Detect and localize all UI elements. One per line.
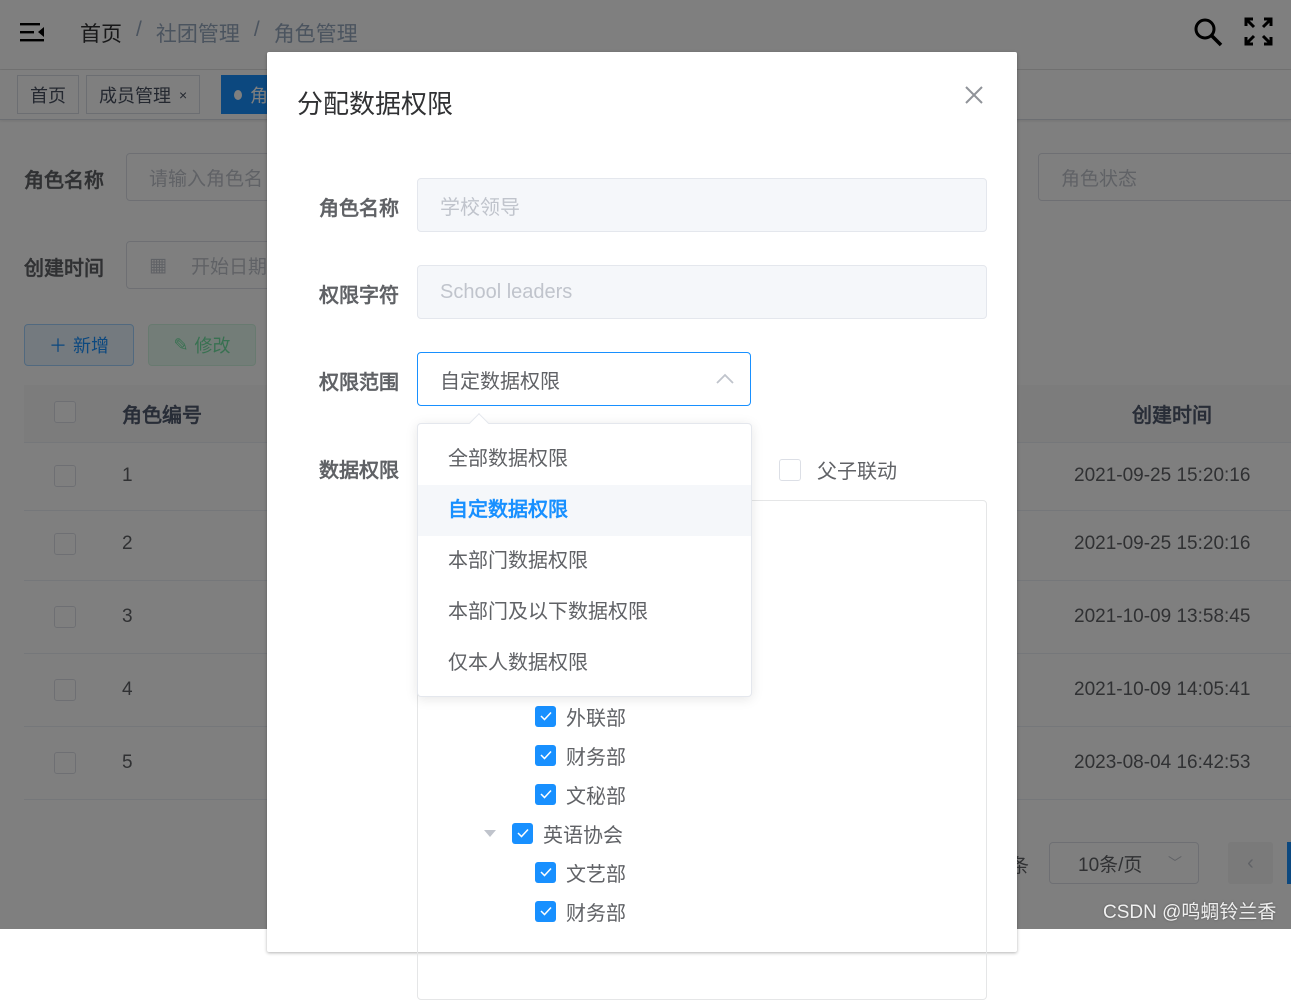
role-name-field: 学校领导 [417, 178, 987, 232]
checked-checkbox-icon[interactable] [535, 783, 556, 805]
data-scope-dialog: 分配数据权限 角色名称 学校领导 权限字符 School leaders 权限范… [267, 52, 1017, 1000]
tree-node[interactable]: 外联部 [535, 701, 626, 731]
linkage-checkbox[interactable]: 父子联动 [779, 455, 897, 484]
scope-dropdown: 全部数据权限 自定数据权限 本部门数据权限 本部门及以下数据权限 仅本人数据权限 [417, 423, 752, 697]
scope-label: 权限范围 [319, 372, 399, 394]
scope-option[interactable]: 全部数据权限 [418, 434, 751, 485]
role-name-label: 角色名称 [319, 198, 399, 220]
caret-down-icon[interactable] [484, 829, 496, 837]
data-scope-label: 数据权限 [319, 460, 399, 482]
tree-node[interactable]: 文秘部 [535, 779, 626, 809]
tree-node-label: 财务部 [566, 902, 626, 925]
checked-checkbox-icon[interactable] [535, 705, 556, 727]
scope-option[interactable]: 本部门及以下数据权限 [418, 587, 751, 638]
chevron-up-icon [716, 373, 734, 384]
watermark: CSDN @鸣蜩铃兰香 [1103, 902, 1277, 923]
checked-checkbox-icon[interactable] [535, 900, 556, 922]
checked-checkbox-icon[interactable] [535, 744, 556, 766]
close-icon[interactable] [963, 84, 985, 106]
scope-option[interactable]: 仅本人数据权限 [418, 638, 751, 689]
scope-option-selected[interactable]: 自定数据权限 [418, 485, 751, 536]
tree-node-label: 外联部 [566, 707, 626, 730]
role-key-label: 权限字符 [319, 285, 399, 307]
tree-node-label: 文秘部 [566, 785, 626, 808]
scope-option[interactable]: 本部门数据权限 [418, 536, 751, 587]
checked-checkbox-icon[interactable] [535, 861, 556, 883]
checkbox[interactable] [779, 458, 801, 481]
field-value: School leaders [440, 280, 573, 303]
scope-select[interactable]: 自定数据权限 [417, 352, 751, 406]
tree-node-label: 英语协会 [543, 824, 623, 847]
tree-node[interactable]: 财务部 [535, 740, 626, 770]
field-value: 学校领导 [440, 196, 520, 219]
checked-checkbox-icon[interactable] [512, 822, 533, 844]
select-value: 自定数据权限 [440, 370, 560, 393]
role-key-field: School leaders [417, 265, 987, 319]
tree-node[interactable]: 财务部 [535, 896, 626, 926]
tree-node[interactable]: 英语协会 [484, 818, 623, 848]
tree-node-label: 文艺部 [566, 863, 626, 886]
checkbox-label: 父子联动 [817, 461, 897, 483]
tree-node-label: 财务部 [566, 746, 626, 769]
tree-node[interactable]: 文艺部 [535, 857, 626, 887]
dialog-title: 分配数据权限 [297, 89, 454, 119]
